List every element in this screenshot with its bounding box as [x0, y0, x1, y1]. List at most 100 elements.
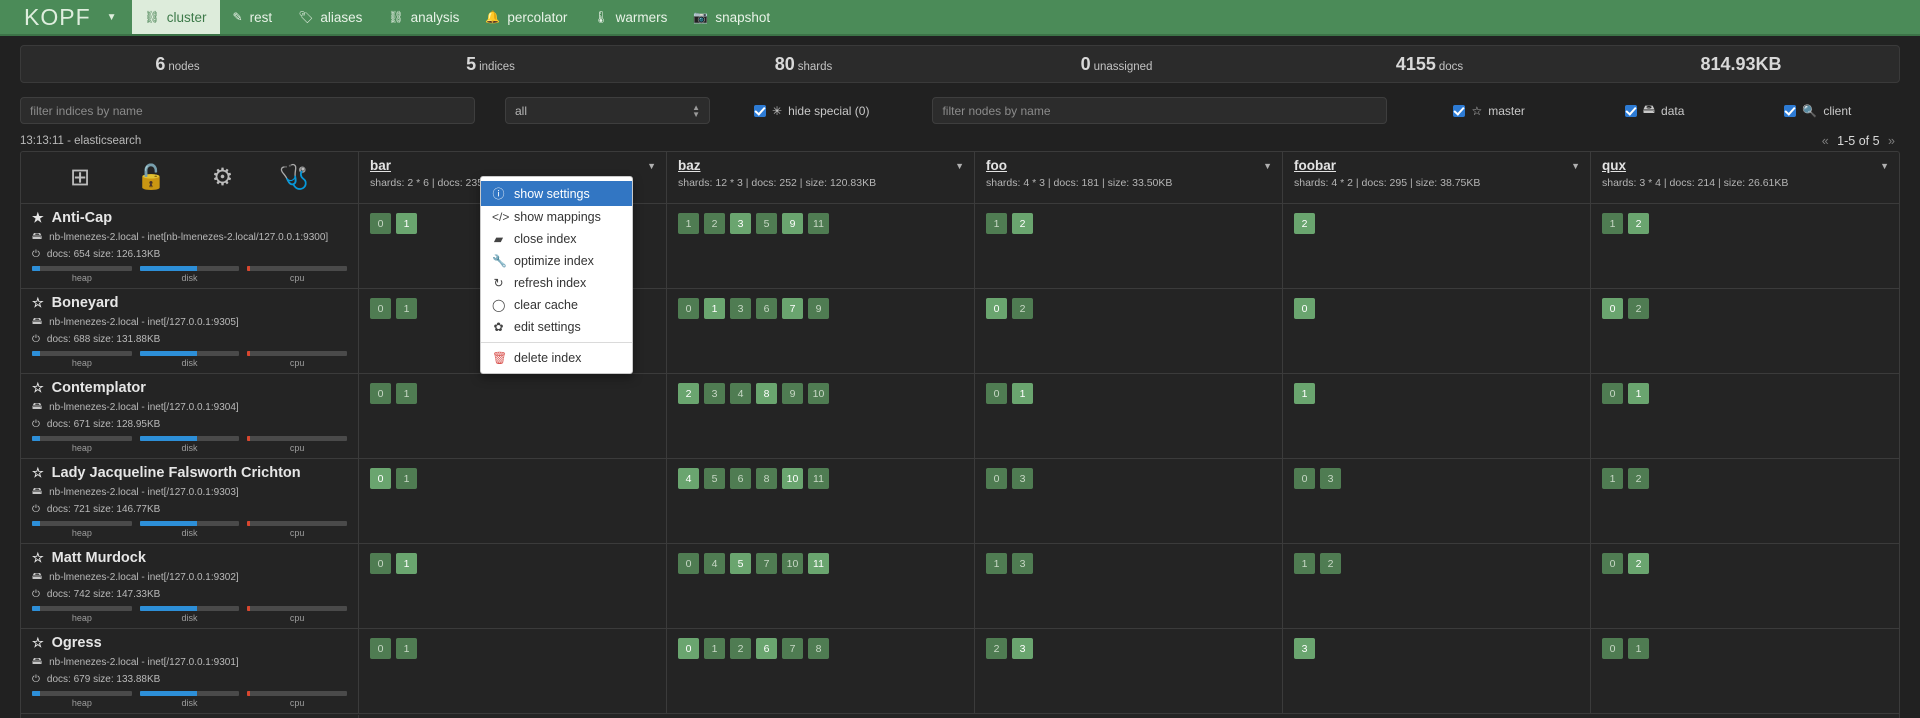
- menu-item-show-mappings[interactable]: </> show mappings: [481, 206, 632, 228]
- shard-badge[interactable]: 0: [1602, 638, 1623, 659]
- pager-next[interactable]: »: [1888, 134, 1895, 148]
- shard-badge[interactable]: 0: [986, 468, 1007, 489]
- index-filter-input[interactable]: [20, 97, 475, 124]
- shard-badge[interactable]: 3: [1012, 468, 1033, 489]
- menu-item-clear-cache[interactable]: ◯ clear cache: [481, 294, 632, 316]
- shard-badge[interactable]: 0: [678, 298, 699, 319]
- shard-badge[interactable]: 1: [396, 638, 417, 659]
- shard-badge[interactable]: 1: [396, 553, 417, 574]
- shard-badge[interactable]: 7: [782, 298, 803, 319]
- shard-badge[interactable]: 0: [1294, 298, 1315, 319]
- shard-badge[interactable]: 2: [730, 638, 751, 659]
- index-name[interactable]: qux: [1602, 158, 1888, 173]
- index-state-select[interactable]: all ▲ ▼: [505, 97, 710, 124]
- shard-badge[interactable]: 1: [678, 213, 699, 234]
- shard-badge[interactable]: 9: [782, 213, 803, 234]
- shard-badge[interactable]: 0: [1602, 553, 1623, 574]
- client-checkbox[interactable]: [1784, 104, 1797, 117]
- shard-badge[interactable]: 6: [730, 468, 751, 489]
- shard-badge[interactable]: 0: [1602, 298, 1623, 319]
- shard-badge[interactable]: 6: [756, 298, 777, 319]
- shard-badge[interactable]: 1: [396, 383, 417, 404]
- shard-badge[interactable]: 4: [730, 383, 751, 404]
- shard-badge[interactable]: 2: [986, 638, 1007, 659]
- index-menu-caret-icon[interactable]: ▼: [1263, 161, 1272, 171]
- shard-badge[interactable]: 3: [730, 298, 751, 319]
- shard-badge[interactable]: 3: [1012, 553, 1033, 574]
- gear-icon[interactable]: ⚙: [212, 163, 234, 192]
- shard-badge[interactable]: 2: [1012, 213, 1033, 234]
- shard-badge[interactable]: 6: [756, 638, 777, 659]
- shard-badge[interactable]: 0: [370, 553, 391, 574]
- shard-badge[interactable]: 10: [782, 553, 803, 574]
- shard-badge[interactable]: 1: [1602, 213, 1623, 234]
- shard-badge[interactable]: 4: [704, 553, 725, 574]
- role-client-checkbox-group[interactable]: 🔍 client: [1784, 104, 1851, 118]
- shard-badge[interactable]: 0: [1294, 468, 1315, 489]
- index-menu-caret-icon[interactable]: ▼: [1880, 161, 1889, 171]
- shard-badge[interactable]: 3: [1320, 468, 1341, 489]
- index-context-menu[interactable]: ⓘ show settings </> show mappings ▰ close ind…: [480, 176, 633, 374]
- nav-item-percolator[interactable]: 🔔 percolator: [472, 0, 580, 34]
- shard-badge[interactable]: 0: [1602, 383, 1623, 404]
- shard-badge[interactable]: 0: [370, 298, 391, 319]
- nav-item-warmers[interactable]: 🌡 warmers: [580, 0, 680, 34]
- shard-badge[interactable]: 10: [808, 383, 829, 404]
- shard-badge[interactable]: 1: [396, 298, 417, 319]
- shard-badge[interactable]: 8: [756, 383, 777, 404]
- nav-item-aliases[interactable]: 🏷 aliases: [285, 0, 375, 34]
- index-name[interactable]: foobar: [1294, 158, 1579, 173]
- menu-item-optimize-index[interactable]: 🔧 optimize index: [481, 250, 632, 272]
- menu-item-close-index[interactable]: ▰ close index: [481, 228, 632, 250]
- shard-badge[interactable]: 5: [704, 468, 725, 489]
- shard-badge[interactable]: 3: [1012, 638, 1033, 659]
- shard-badge[interactable]: 1: [396, 468, 417, 489]
- nav-item-analysis[interactable]: ⛓ analysis: [375, 0, 472, 34]
- master-checkbox[interactable]: [1453, 104, 1466, 117]
- shard-badge[interactable]: 0: [370, 213, 391, 234]
- role-data-checkbox-group[interactable]: 🖴 data: [1624, 100, 1684, 121]
- shard-badge[interactable]: 2: [1294, 213, 1315, 234]
- hide-special-checkbox-group[interactable]: ✳ hide special (0): [754, 104, 869, 118]
- shard-badge[interactable]: 2: [1628, 298, 1649, 319]
- nav-item-snapshot[interactable]: 📷 snapshot: [680, 0, 783, 34]
- shard-badge[interactable]: 1: [704, 298, 725, 319]
- shard-badge[interactable]: 2: [678, 383, 699, 404]
- shard-badge[interactable]: 1: [1602, 468, 1623, 489]
- index-menu-caret-icon[interactable]: ▼: [647, 161, 656, 171]
- shard-badge[interactable]: 9: [808, 298, 829, 319]
- pager-prev[interactable]: «: [1822, 134, 1829, 148]
- data-checkbox[interactable]: [1624, 104, 1637, 117]
- index-menu-caret-icon[interactable]: ▼: [955, 161, 964, 171]
- shard-badge[interactable]: 1: [1628, 383, 1649, 404]
- shard-badge[interactable]: 1: [1294, 553, 1315, 574]
- shard-badge[interactable]: 2: [1628, 468, 1649, 489]
- shard-badge[interactable]: 7: [756, 553, 777, 574]
- menu-item-edit-settings[interactable]: ✿ edit settings: [481, 316, 632, 338]
- role-master-checkbox-group[interactable]: ☆ master: [1453, 104, 1525, 118]
- shard-badge[interactable]: 1: [1012, 383, 1033, 404]
- shard-badge[interactable]: 2: [1320, 553, 1341, 574]
- lock-icon[interactable]: 🔓: [136, 163, 166, 192]
- shard-badge[interactable]: 0: [678, 553, 699, 574]
- shard-badge[interactable]: 3: [1294, 638, 1315, 659]
- shard-badge[interactable]: 1: [1628, 638, 1649, 659]
- hide-special-checkbox[interactable]: [754, 104, 766, 117]
- shard-badge[interactable]: 2: [1628, 213, 1649, 234]
- chevron-down-icon[interactable]: ▼: [107, 12, 118, 23]
- shard-badge[interactable]: 2: [1012, 298, 1033, 319]
- shard-badge[interactable]: 0: [986, 298, 1007, 319]
- shard-badge[interactable]: 3: [704, 383, 725, 404]
- shard-badge[interactable]: 2: [704, 213, 725, 234]
- shard-badge[interactable]: 7: [782, 638, 803, 659]
- nav-item-cluster[interactable]: ⛓ cluster: [131, 0, 220, 34]
- shard-badge[interactable]: 10: [782, 468, 803, 489]
- shard-badge[interactable]: 9: [782, 383, 803, 404]
- menu-item-refresh-index[interactable]: ↻ refresh index: [481, 272, 632, 294]
- index-name[interactable]: baz: [678, 158, 963, 173]
- shard-badge[interactable]: 1: [396, 213, 417, 234]
- shard-badge[interactable]: 1: [704, 638, 725, 659]
- shard-badge[interactable]: 1: [986, 553, 1007, 574]
- shard-badge[interactable]: 11: [808, 213, 829, 234]
- shard-badge[interactable]: 0: [370, 383, 391, 404]
